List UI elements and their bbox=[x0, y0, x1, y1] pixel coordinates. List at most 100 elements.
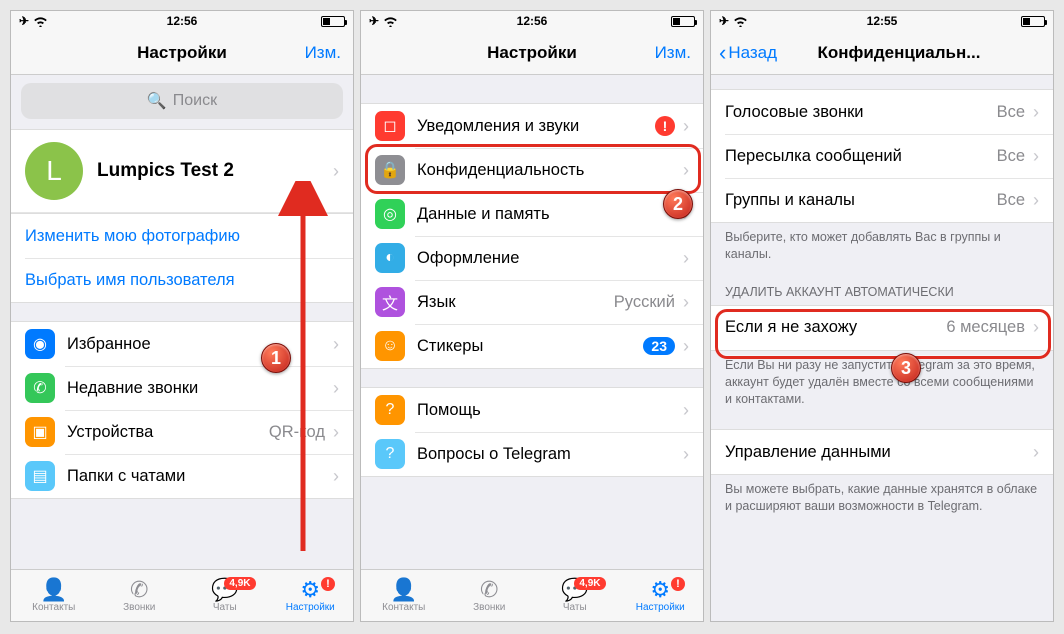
battery-icon bbox=[321, 16, 345, 27]
tab-contacts[interactable]: 👤Контакты bbox=[361, 579, 447, 613]
profile-name: Lumpics Test 2 bbox=[97, 160, 234, 182]
chats-badge: 4,9K bbox=[574, 577, 605, 590]
data-storage-row[interactable]: ◎ Данные и память › bbox=[361, 192, 703, 236]
tab-calls[interactable]: ✆Звонки bbox=[447, 579, 533, 613]
chevron-right-icon: › bbox=[333, 422, 339, 443]
if-away-row[interactable]: Если я не захожу 6 месяцев › bbox=[711, 306, 1053, 350]
faq-row[interactable]: ? Вопросы о Telegram › bbox=[361, 432, 703, 476]
profile-row[interactable]: L Lumpics Test 2 › bbox=[11, 129, 353, 213]
wifi-icon bbox=[733, 16, 748, 27]
chevron-right-icon: › bbox=[333, 378, 339, 399]
gear-icon: ⚙︎ bbox=[300, 579, 320, 601]
palette-icon: ◐ bbox=[375, 243, 405, 273]
delete-header: УДАЛИТЬ АККАУНТ АВТОМАТИЧЕСКИ bbox=[711, 267, 1053, 305]
tab-settings[interactable]: ⚙︎ Настройки ! bbox=[268, 579, 354, 613]
calls-icon: ✆ bbox=[130, 579, 148, 601]
nav-bar: ‹ Назад Конфиденциальн... bbox=[711, 31, 1053, 75]
chevron-right-icon: › bbox=[1033, 102, 1039, 123]
nav-bar: Настройки Изм. bbox=[361, 31, 703, 75]
status-bar: ✈︎ 12:56 bbox=[11, 11, 353, 31]
contacts-icon: 👤 bbox=[40, 579, 67, 601]
groups-footer: Выберите, кто может добавлять Вас в груп… bbox=[711, 223, 1053, 267]
tab-chats[interactable]: 💬 Чаты 4,9K bbox=[182, 579, 268, 613]
help-icon: ? bbox=[375, 395, 405, 425]
help-row[interactable]: ? Помощь › bbox=[361, 388, 703, 432]
chevron-right-icon: › bbox=[683, 336, 689, 357]
screen-settings-list: ✈︎ 12:56 Настройки Изм. ◻︎ Уведомления и… bbox=[360, 10, 704, 622]
tab-bar: 👤Контакты ✆Звонки 💬Чаты4,9K ⚙︎Настройки! bbox=[361, 569, 703, 621]
tab-contacts[interactable]: 👤 Контакты bbox=[11, 579, 97, 613]
chevron-right-icon: › bbox=[683, 116, 689, 137]
globe-icon: 文 bbox=[375, 287, 405, 317]
if-away-footer: Если Вы ни разу не запустите Telegram за… bbox=[711, 351, 1053, 412]
stickers-row[interactable]: ☺︎ Стикеры 23 › bbox=[361, 324, 703, 368]
appearance-row[interactable]: ◐ Оформление › bbox=[361, 236, 703, 280]
chevron-right-icon: › bbox=[1033, 317, 1039, 338]
folder-icon: ▤ bbox=[25, 461, 55, 491]
search-input[interactable]: 🔍 Поиск bbox=[21, 83, 343, 119]
airplane-icon: ✈︎ bbox=[19, 14, 29, 28]
edit-button[interactable]: Изм. bbox=[305, 43, 341, 63]
chevron-left-icon: ‹ bbox=[719, 40, 726, 66]
status-time: 12:55 bbox=[867, 14, 898, 28]
data-management-row[interactable]: Управление данными › bbox=[711, 430, 1053, 474]
privacy-row[interactable]: 🔒 Конфиденциальность › bbox=[361, 148, 703, 192]
tab-calls[interactable]: ✆ Звонки bbox=[97, 579, 183, 613]
page-title: Конфиденциальн... bbox=[818, 43, 981, 63]
battery-icon bbox=[671, 16, 695, 27]
chevron-right-icon: › bbox=[683, 248, 689, 269]
saved-messages-row[interactable]: ◉ Избранное › bbox=[11, 322, 353, 366]
devices-icon: ▣ bbox=[25, 417, 55, 447]
status-bar: ✈︎ 12:56 bbox=[361, 11, 703, 31]
notifications-row[interactable]: ◻︎ Уведомления и звуки ! › bbox=[361, 104, 703, 148]
groups-row[interactable]: Группы и каналы Все › bbox=[711, 178, 1053, 222]
change-photo-button[interactable]: Изменить мою фотографию bbox=[11, 214, 353, 258]
devices-row[interactable]: ▣ Устройства QR-код › bbox=[11, 410, 353, 454]
alert-badge: ! bbox=[655, 116, 675, 136]
chevron-right-icon: › bbox=[1033, 190, 1039, 211]
chevron-right-icon: › bbox=[333, 334, 339, 355]
chevron-right-icon: › bbox=[683, 400, 689, 421]
airplane-icon: ✈︎ bbox=[369, 14, 379, 28]
data-mgmt-footer: Вы можете выбрать, какие данные хранятся… bbox=[711, 475, 1053, 519]
chevron-right-icon: › bbox=[683, 292, 689, 313]
bookmark-icon: ◉ bbox=[25, 329, 55, 359]
language-row[interactable]: 文 Язык Русский › bbox=[361, 280, 703, 324]
status-time: 12:56 bbox=[167, 14, 198, 28]
gear-icon: ⚙︎ bbox=[650, 579, 670, 601]
page-title: Настройки bbox=[487, 43, 577, 63]
back-button[interactable]: ‹ Назад bbox=[719, 40, 777, 66]
calls-icon: ✆ bbox=[480, 579, 498, 601]
chevron-right-icon: › bbox=[683, 204, 689, 225]
chevron-right-icon: › bbox=[333, 466, 339, 487]
wifi-icon bbox=[383, 16, 398, 27]
tab-bar: 👤 Контакты ✆ Звонки 💬 Чаты 4,9K ⚙︎ Настр… bbox=[11, 569, 353, 621]
nav-bar: Настройки Изм. bbox=[11, 31, 353, 75]
disk-icon: ◎ bbox=[375, 199, 405, 229]
chevron-right-icon: › bbox=[683, 160, 689, 181]
tab-chats[interactable]: 💬Чаты4,9K bbox=[532, 579, 618, 613]
sticker-icon: ☺︎ bbox=[375, 331, 405, 361]
stickers-count-badge: 23 bbox=[643, 337, 675, 355]
folders-row[interactable]: ▤ Папки с чатами › bbox=[11, 454, 353, 498]
wifi-icon bbox=[33, 16, 48, 27]
phone-icon: ✆ bbox=[25, 373, 55, 403]
contacts-icon: 👤 bbox=[390, 579, 417, 601]
chevron-right-icon: › bbox=[333, 161, 339, 182]
chevron-right-icon: › bbox=[683, 444, 689, 465]
status-time: 12:56 bbox=[517, 14, 548, 28]
set-username-button[interactable]: Выбрать имя пользователя bbox=[11, 258, 353, 302]
search-placeholder: Поиск bbox=[173, 92, 217, 110]
chats-badge: 4,9K bbox=[224, 577, 255, 590]
tab-settings[interactable]: ⚙︎Настройки! bbox=[618, 579, 704, 613]
avatar: L bbox=[25, 142, 83, 200]
bell-icon: ◻︎ bbox=[375, 111, 405, 141]
edit-button[interactable]: Изм. bbox=[655, 43, 691, 63]
recent-calls-row[interactable]: ✆ Недавние звонки › bbox=[11, 366, 353, 410]
forwarding-row[interactable]: Пересылка сообщений Все › bbox=[711, 134, 1053, 178]
settings-alert-badge: ! bbox=[671, 577, 685, 591]
screen-settings-root: ✈︎ 12:56 Настройки Изм. 🔍 Поиск L Lumpic… bbox=[10, 10, 354, 622]
page-title: Настройки bbox=[137, 43, 227, 63]
faq-icon: ? bbox=[375, 439, 405, 469]
voice-calls-row[interactable]: Голосовые звонки Все › bbox=[711, 90, 1053, 134]
